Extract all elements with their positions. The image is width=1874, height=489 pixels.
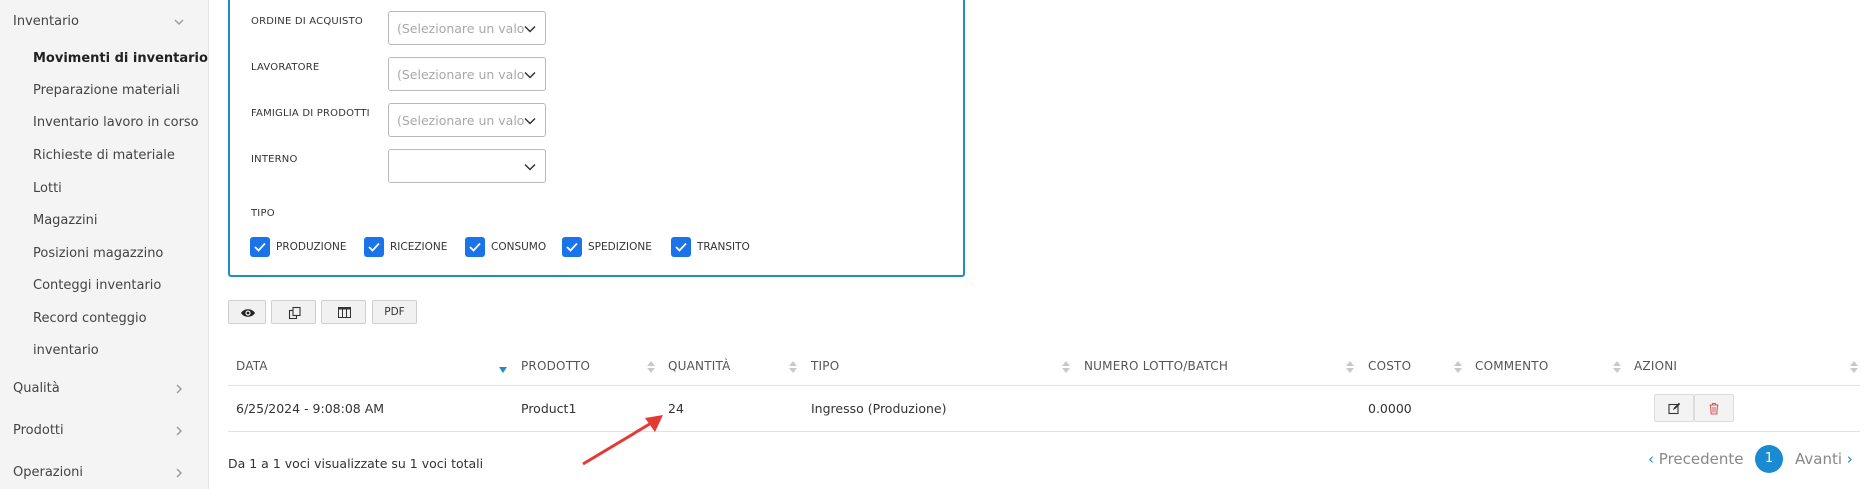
chevron-down-icon <box>524 163 536 171</box>
table-row-divider <box>228 431 1860 432</box>
sidebar-item-lavoro-in-corso[interactable]: Inventario lavoro in corso <box>33 115 199 130</box>
view-button[interactable] <box>228 300 266 324</box>
sort-icon[interactable] <box>646 359 656 375</box>
checkbox-label: SPEDIZIONE <box>588 241 652 253</box>
pdf-label: PDF <box>384 306 405 318</box>
sidebar-item-movimenti[interactable]: Movimenti di inventario <box>33 51 208 66</box>
checkbox-box[interactable] <box>562 237 582 257</box>
cell-data: 6/25/2024 - 9:08:08 AM <box>236 401 385 416</box>
chevron-right-icon[interactable] <box>172 382 186 396</box>
chevron-left-icon: ‹ <box>1648 450 1654 468</box>
sort-icon[interactable] <box>1849 359 1859 375</box>
sidebar-group-qualita[interactable]: Qualità <box>13 381 60 396</box>
annotation-arrow-icon <box>582 415 663 466</box>
columns-button[interactable] <box>321 300 366 324</box>
chevron-right-icon[interactable] <box>172 466 186 480</box>
filter-label-tipo: TIPO <box>251 208 275 219</box>
cell-prodotto: Product1 <box>521 401 577 416</box>
edit-button[interactable] <box>1654 394 1694 422</box>
ordine-select[interactable]: (Selezionare un valore) <box>388 11 546 45</box>
checkbox-box[interactable] <box>364 237 384 257</box>
sidebar-group-operazioni[interactable]: Operazioni <box>13 465 83 480</box>
chevron-down-icon[interactable] <box>172 15 186 29</box>
current-page-button[interactable]: 1 <box>1755 445 1783 473</box>
sidebar-item-inventario[interactable]: inventario <box>33 343 99 358</box>
interno-select[interactable] <box>388 149 546 183</box>
chevron-down-icon <box>524 117 536 125</box>
chevron-down-icon <box>524 71 536 79</box>
pdf-button[interactable]: PDF <box>372 300 417 324</box>
sidebar-item-record-conteggio[interactable]: Record conteggio <box>33 311 147 326</box>
filter-label-ordine: ORDINE DI ACQUISTO <box>251 16 363 27</box>
table-header-divider <box>228 385 1860 386</box>
sort-desc-icon[interactable] <box>498 366 508 374</box>
column-header-lotto[interactable]: NUMERO LOTTO/BATCH <box>1084 359 1228 373</box>
column-header-quantita[interactable]: QUANTITÀ <box>668 359 731 373</box>
sort-icon[interactable] <box>1061 359 1071 375</box>
previous-page-button[interactable]: ‹ Precedente <box>1648 450 1743 468</box>
sidebar-group-label: Prodotti <box>13 423 64 438</box>
sort-icon[interactable] <box>1345 359 1355 375</box>
column-header-costo[interactable]: COSTO <box>1368 359 1411 373</box>
next-page-button[interactable]: Avanti › <box>1795 450 1853 468</box>
checkbox-box[interactable] <box>671 237 691 257</box>
trash-icon <box>1709 402 1719 415</box>
checkbox-label: CONSUMO <box>491 241 547 253</box>
next-label: Avanti <box>1795 450 1843 468</box>
sidebar-group-prodotti[interactable]: Prodotti <box>13 423 64 438</box>
checkmark-icon <box>254 242 266 252</box>
edit-icon <box>1668 402 1681 415</box>
lavoratore-placeholder: (Selezionare un valore) <box>397 67 525 82</box>
checkmark-icon <box>566 242 578 252</box>
sidebar-group-inventario[interactable]: Inventario <box>13 14 79 29</box>
column-header-prodotto[interactable]: PRODOTTO <box>521 359 590 373</box>
checkmark-icon <box>675 242 687 252</box>
cell-quantita: 24 <box>668 401 684 416</box>
sidebar: Inventario Movimenti di inventario Prepa… <box>0 0 209 489</box>
cell-tipo: Ingresso (Produzione) <box>811 401 947 416</box>
checkbox-label: RICEZIONE <box>390 241 448 253</box>
column-header-tipo[interactable]: TIPO <box>811 359 839 373</box>
copy-button[interactable] <box>271 300 316 324</box>
copy-icon <box>288 306 301 320</box>
famiglia-placeholder: (Selezionare un valore) <box>397 113 525 128</box>
sidebar-item-posizioni[interactable]: Posizioni magazzino <box>33 246 163 261</box>
sidebar-group-label: Inventario <box>13 14 79 29</box>
checkmark-icon <box>469 242 481 252</box>
lavoratore-select[interactable]: (Selezionare un valore) <box>388 57 546 91</box>
checkbox-label: TRANSITO <box>697 241 750 253</box>
sort-icon[interactable] <box>1612 359 1622 375</box>
filter-label-interno: INTERNO <box>251 154 298 165</box>
column-header-commento[interactable]: COMMENTO <box>1475 359 1548 373</box>
ordine-placeholder: (Selezionare un valore) <box>397 21 525 36</box>
famiglia-select[interactable]: (Selezionare un valore) <box>388 103 546 137</box>
checkbox-box[interactable] <box>465 237 485 257</box>
column-header-azioni: AZIONI <box>1634 359 1678 373</box>
previous-label: Precedente <box>1658 450 1744 468</box>
eye-icon <box>241 309 255 317</box>
sidebar-group-label: Qualità <box>13 381 60 396</box>
delete-button[interactable] <box>1694 394 1734 422</box>
checkbox-label: PRODUZIONE <box>276 241 347 253</box>
filter-panel <box>228 0 965 277</box>
sidebar-item-preparazione[interactable]: Preparazione materiali <box>33 83 180 98</box>
sidebar-item-conteggi[interactable]: Conteggi inventario <box>33 278 161 293</box>
sidebar-group-label: Operazioni <box>13 465 84 480</box>
sort-icon[interactable] <box>788 359 798 375</box>
chevron-down-icon <box>524 25 536 33</box>
sidebar-item-magazzini[interactable]: Magazzini <box>33 213 98 228</box>
filter-label-famiglia: FAMIGLIA DI PRODOTTI <box>251 108 370 119</box>
pagination-info: Da 1 a 1 voci visualizzate su 1 voci tot… <box>228 456 484 471</box>
sidebar-item-richieste[interactable]: Richieste di materiale <box>33 148 175 163</box>
sort-icon[interactable] <box>1453 359 1463 375</box>
chevron-right-icon[interactable] <box>172 424 186 438</box>
sidebar-item-lotti[interactable]: Lotti <box>33 181 62 196</box>
cell-costo: 0.0000 <box>1368 401 1412 416</box>
checkmark-icon <box>368 242 380 252</box>
checkbox-box[interactable] <box>250 237 270 257</box>
column-header-data[interactable]: DATA <box>236 359 268 373</box>
columns-icon <box>338 307 351 318</box>
filter-label-lavoratore: LAVORATORE <box>251 62 320 73</box>
chevron-right-icon: › <box>1846 450 1853 468</box>
